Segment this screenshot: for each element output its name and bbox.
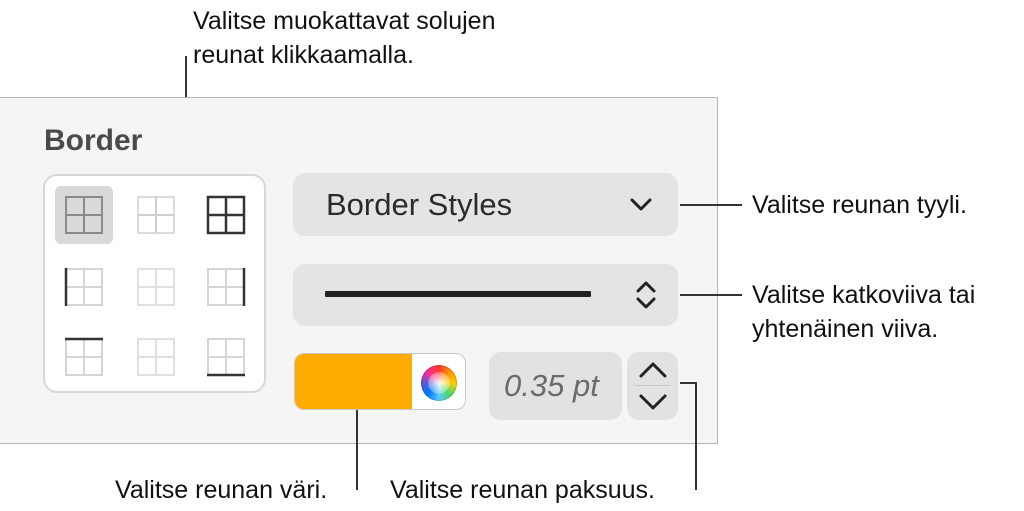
border-top-icon — [65, 337, 103, 376]
section-title: Border — [44, 124, 143, 157]
border-right-button[interactable] — [197, 258, 255, 316]
color-wheel-icon[interactable] — [421, 365, 457, 401]
thickness-stepper[interactable] — [627, 352, 678, 420]
border-left-icon — [64, 268, 103, 306]
callout-dash-line2: yhtenäinen viiva. — [752, 315, 939, 343]
stepper-up-icon[interactable] — [638, 360, 668, 380]
chevron-down-icon — [630, 198, 652, 211]
color-swatch-fill[interactable] — [295, 354, 412, 409]
border-color-well[interactable] — [294, 353, 466, 410]
border-right-icon — [207, 268, 246, 306]
border-top-button[interactable] — [55, 328, 113, 386]
callout-border-thickness: Valitse reunan paksuus. — [390, 476, 655, 504]
thickness-value: 0.35 pt — [504, 368, 599, 403]
callout-border-color: Valitse reunan väri. — [115, 476, 328, 504]
callout-border-style: Valitse reunan tyyli. — [752, 191, 967, 219]
up-down-chevron-icon — [636, 281, 656, 309]
border-bottom-button[interactable] — [197, 328, 255, 386]
solid-line-preview — [325, 291, 591, 297]
stepper-down-icon[interactable] — [638, 392, 668, 412]
border-outer-all-icon — [206, 195, 246, 235]
callout-select-edges-line2: reunat klikkaamalla. — [193, 41, 414, 69]
border-center-icon — [137, 268, 175, 306]
callout-select-edges-line1: Valitse muokattavat solujen — [193, 7, 496, 35]
border-all-button[interactable] — [55, 186, 113, 244]
border-left-button[interactable] — [55, 258, 113, 316]
leader-line-dash — [680, 294, 742, 296]
border-styles-popup[interactable]: Border Styles — [293, 173, 678, 236]
border-all-icon — [65, 196, 103, 234]
border-center-button[interactable] — [127, 258, 185, 316]
stepper-divider — [635, 385, 670, 386]
leader-line-style — [680, 204, 742, 206]
border-bottom-icon — [207, 338, 245, 377]
border-inner-button[interactable] — [127, 186, 185, 244]
leader-line-color — [356, 410, 358, 490]
leader-line-thickness-v — [695, 382, 697, 490]
border-none-icon — [137, 338, 175, 376]
border-none-button[interactable] — [127, 328, 185, 386]
callout-select-edges: Valitse muokattavat solujen reunat klikk… — [193, 4, 495, 72]
callout-dash-line1: Valitse katkoviiva tai — [752, 281, 976, 309]
border-inner-icon — [137, 196, 175, 234]
line-style-popup[interactable] — [293, 264, 678, 326]
callout-dash-solid: Valitse katkoviiva tai yhtenäinen viiva. — [752, 278, 975, 346]
border-styles-label: Border Styles — [326, 187, 513, 222]
border-edge-selector — [43, 174, 266, 393]
thickness-field[interactable]: 0.35 pt — [489, 352, 622, 420]
border-outer-all-button[interactable] — [197, 186, 255, 244]
